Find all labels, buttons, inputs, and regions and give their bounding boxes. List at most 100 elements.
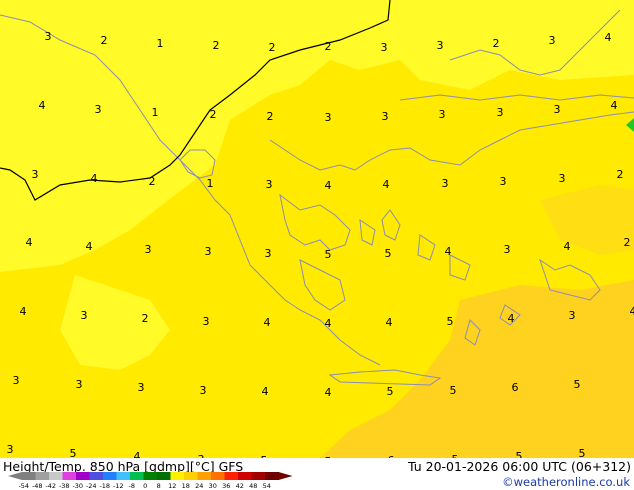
map-value-label: 5 (516, 450, 523, 458)
map-value-label: 4 (325, 386, 332, 399)
colorbar: -54 -48 -42 -38 -30 -24 -18 -12 -8 0 8 12 18 24 30 36 42… (8, 472, 293, 490)
map-value-label: 3 (203, 315, 210, 328)
map-value-label: 4 (383, 178, 390, 191)
map-value-label: 4 (630, 305, 634, 318)
map-value-label: 4 (386, 316, 393, 329)
colorbar-tick-label: -18 (99, 482, 110, 490)
map-value-label: 3 (497, 106, 504, 119)
map-value-label: 6 (512, 381, 519, 394)
colorbar-tick-label: -42 (45, 482, 56, 490)
colorbar-tick-label: -38 (59, 482, 70, 490)
map-date: Tu 20-01-2026 06:00 UTC (06+312) (408, 459, 631, 474)
map-value-label: 3 (437, 39, 444, 52)
map-value-label: 4 (605, 31, 612, 44)
map-value-label: 3 (145, 243, 152, 256)
map-value-label: 3 (7, 443, 14, 456)
colorbar-arrow-left (8, 472, 22, 480)
map-value-label: 3 (95, 103, 102, 116)
map-value-label: 3 (569, 309, 576, 322)
map-value-label: 2 (617, 168, 624, 181)
colorbar-tick-label: 30 (209, 482, 217, 490)
colorbar-arrow-right (278, 472, 293, 480)
map-value-label: 4 (26, 236, 33, 249)
map-value-label: 3 (138, 381, 145, 394)
map-value-label: 3 (549, 34, 556, 47)
colorbar-tick-label: -12 (113, 482, 124, 490)
colorbar-tick-label: 42 (236, 482, 244, 490)
map-value-label: 2 (101, 34, 108, 47)
colorbar-swatch (251, 472, 266, 480)
map-value-label: 3 (381, 41, 388, 54)
map-value-label: 3 (265, 247, 272, 260)
colorbar-tick-label: 0 (143, 482, 147, 490)
weather-map: 3 2 1 2 2 2 3 3 2 3 4 4 3 1 2 2 3 3 3 3 3 4 3 4 2 1 3 4 4 3 3 3 2 4 4 3 3 3 5 5… (0, 0, 634, 458)
map-value-label: 3 (442, 177, 449, 190)
map-value-label: 2 (269, 41, 276, 54)
colorbar-swatch (49, 472, 63, 480)
colorbar-swatch (76, 472, 90, 480)
map-value-label: 2 (210, 108, 217, 121)
colorbar-tick-label: -54 (18, 482, 29, 490)
map-value-label: 2 (624, 236, 631, 249)
map-value-label: 3 (500, 175, 507, 188)
map-value-label: 5 (574, 378, 581, 391)
colorbar-swatch (130, 472, 144, 480)
map-value-label: 2 (213, 39, 220, 52)
map-value-label: 3 (205, 245, 212, 258)
colorbar-tick-label: 36 (222, 482, 230, 490)
colorbar-swatch (184, 472, 198, 480)
map-value-label: 5 (579, 447, 586, 458)
map-value-label: 4 (86, 240, 93, 253)
colorbar-tick-label: 12 (168, 482, 176, 490)
map-value-label: 3 (76, 378, 83, 391)
map-value-label: 3 (45, 30, 52, 43)
colorbar-swatch (35, 472, 50, 480)
map-value-label: 4 (91, 172, 98, 185)
map-value-label: 4 (325, 179, 332, 192)
map-value-label: 4 (134, 450, 141, 458)
map-value-label: 5 (447, 315, 454, 328)
map-value-label: 5 (387, 385, 394, 398)
map-value-label: 4 (325, 317, 332, 330)
map-value-label: 2 (493, 37, 500, 50)
colorbar-tick-label: 48 (249, 482, 257, 490)
map-value-label: 3 (266, 178, 273, 191)
map-value-label: 3 (200, 384, 207, 397)
map-value-label: 3 (382, 110, 389, 123)
credit-link[interactable]: ©weatheronline.co.uk (502, 475, 630, 489)
map-value-label: 2 (142, 312, 149, 325)
map-value-label: 1 (207, 177, 214, 190)
colorbar-tick-label: -48 (32, 482, 43, 490)
colorbar-ticks: -54 -48 -42 -38 -30 -24 -18 -12 -8 0 8 12 18 24 30 36 42… (18, 482, 270, 490)
map-value-label: 3 (504, 243, 511, 256)
colorbar-tick-label: 24 (195, 482, 203, 490)
map-value-label: 1 (157, 37, 164, 50)
map-value-label: 4 (508, 312, 515, 325)
map-value-label: 5 (70, 447, 77, 458)
map-value-label: 1 (152, 106, 159, 119)
map-value-label: 2 (267, 110, 274, 123)
map-value-label: 3 (554, 103, 561, 116)
map-value-label: 3 (13, 374, 20, 387)
colorbar-swatch (197, 472, 212, 480)
colorbar-tick-label: 54 (263, 482, 271, 490)
colorbar-tick-label: -24 (86, 482, 97, 490)
colorbar-swatch (170, 472, 185, 480)
colorbar-swatch (89, 472, 104, 480)
map-value-label: 4 (564, 240, 571, 253)
map-value-label: 3 (325, 111, 332, 124)
colorbar-tick-label: -30 (72, 482, 83, 490)
map-value-label: 4 (20, 305, 27, 318)
map-value-label: 3 (559, 172, 566, 185)
map-value-label: 3 (81, 309, 88, 322)
colorbar-tick-label: 8 (157, 482, 161, 490)
map-value-label: 4 (445, 245, 452, 258)
map-value-label: 4 (39, 99, 46, 112)
map-value-label: 4 (264, 316, 271, 329)
map-value-label: 4 (611, 99, 618, 112)
colorbar-swatch (103, 472, 117, 480)
map-value-label: 4 (262, 385, 269, 398)
colorbar-swatch (265, 472, 279, 480)
map-value-label: 3 (32, 168, 39, 181)
map-value-label: 2 (325, 40, 332, 53)
